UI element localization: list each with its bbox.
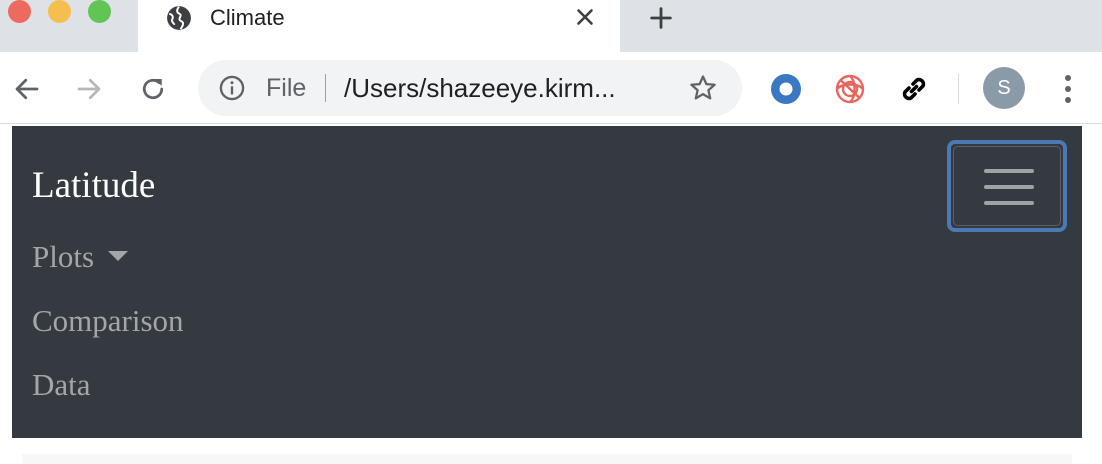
hamburger-bar — [984, 169, 1034, 173]
minimize-window-button[interactable] — [48, 0, 71, 23]
nav-item-data[interactable]: Data — [32, 367, 91, 403]
tab-strip: Climate — [0, 0, 1102, 52]
toolbar-divider — [958, 74, 959, 104]
caret-down-icon — [108, 250, 129, 261]
more-menu-icon[interactable] — [1060, 72, 1076, 106]
navbar-toggler-button[interactable] — [947, 140, 1067, 232]
scheme-label: File — [266, 74, 307, 102]
hamburger-icon — [953, 146, 1061, 226]
tab-title: Climate — [210, 5, 285, 30]
close-icon[interactable] — [572, 4, 598, 30]
close-window-button[interactable] — [8, 0, 31, 23]
pink-swirl-extension-icon[interactable] — [832, 71, 868, 107]
info-icon[interactable] — [218, 74, 246, 102]
profile-avatar[interactable]: S — [983, 67, 1025, 109]
navbar-brand[interactable]: Latitude — [32, 164, 155, 207]
address-divider — [325, 74, 326, 102]
nav-item-comparison[interactable]: Comparison — [32, 303, 184, 339]
new-tab-icon[interactable] — [647, 4, 675, 32]
hamburger-bar — [984, 185, 1034, 189]
nav-item-label: Comparison — [32, 303, 184, 338]
address-bar[interactable]: File /Users/shazeeye.kirm... — [198, 60, 742, 116]
nav-item-label: Data — [32, 367, 91, 402]
globe-icon — [167, 6, 191, 30]
url-text[interactable]: /Users/shazeeye.kirm... — [344, 73, 616, 104]
content-area-top — [22, 454, 1072, 464]
link-icon[interactable] — [896, 71, 932, 107]
star-icon[interactable] — [688, 73, 718, 103]
browser-toolbar: File /Users/shazeeye.kirm... S — [0, 52, 1102, 124]
navbar: Latitude Plots Comparison Data — [12, 126, 1082, 438]
nav-item-label: Plots — [32, 239, 95, 274]
hamburger-bar — [984, 201, 1034, 205]
maximize-window-button[interactable] — [88, 0, 111, 23]
blue-circle-extension-icon[interactable] — [768, 71, 804, 107]
back-arrow-icon[interactable] — [12, 74, 42, 104]
forward-arrow-icon[interactable] — [74, 74, 104, 104]
nav-item-plots[interactable]: Plots — [32, 239, 129, 275]
reload-icon[interactable] — [138, 74, 168, 104]
tab-climate[interactable]: Climate — [138, 0, 620, 52]
